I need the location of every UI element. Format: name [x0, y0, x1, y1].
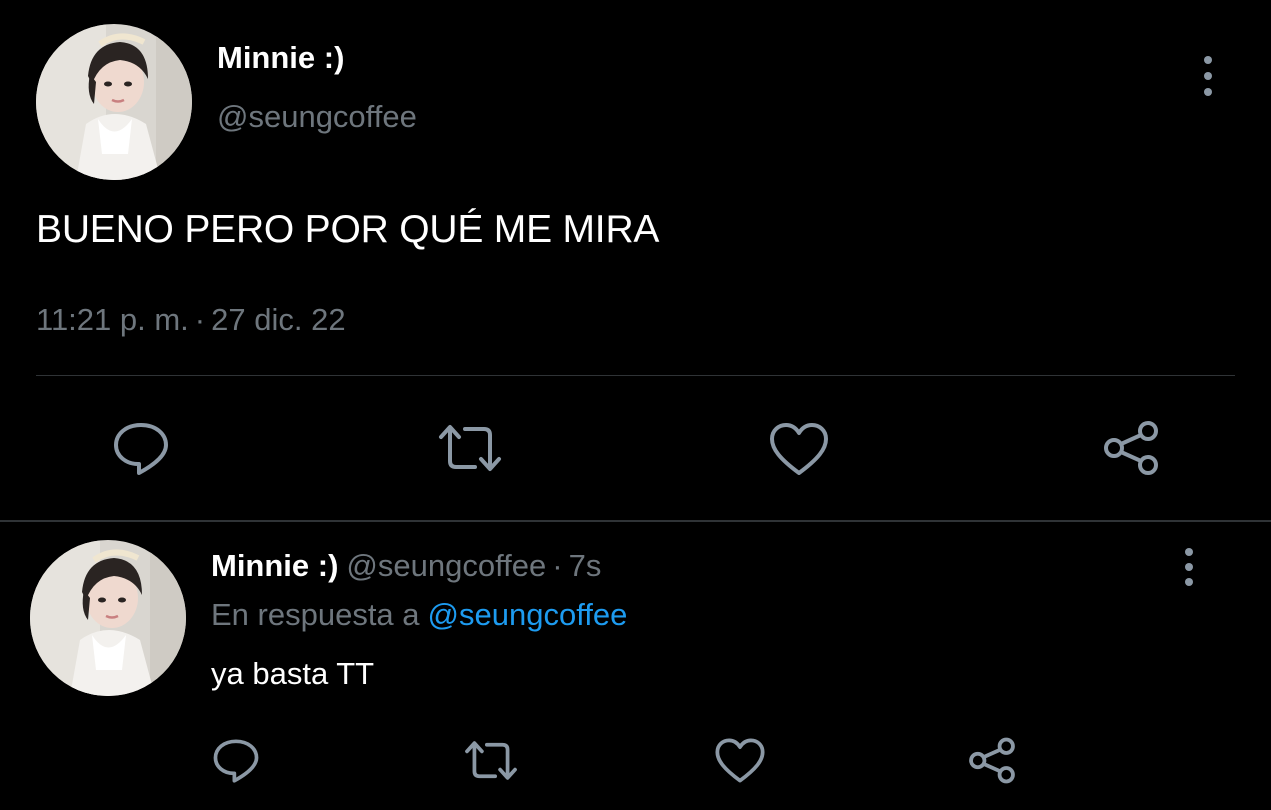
reply-context: En respuesta a @seungcoffee — [211, 597, 627, 633]
reply-header: Minnie :) @seungcoffee · 7s — [211, 548, 601, 584]
comment-icon — [213, 739, 259, 783]
heart-icon — [715, 737, 765, 783]
reply-prefix: En respuesta a — [211, 597, 420, 632]
retweet-button[interactable] — [434, 420, 506, 476]
tweet-thread: Minnie :) @seungcoffee BUENO PERO POR QU… — [0, 0, 1271, 810]
tweet-time: 11:21 p. m. — [36, 302, 189, 337]
user-handle[interactable]: @seungcoffee — [217, 99, 417, 135]
tweet-date: 27 dic. 22 — [211, 302, 346, 337]
divider — [0, 520, 1271, 522]
like-button[interactable] — [766, 420, 832, 478]
user-handle[interactable]: @seungcoffee — [346, 548, 546, 583]
heart-icon — [770, 423, 828, 475]
share-button[interactable] — [964, 733, 1020, 787]
tweet-time[interactable]: 7s — [569, 548, 602, 583]
meta-separator: · — [194, 302, 206, 337]
retweet-icon — [465, 740, 517, 780]
meta-separator: · — [552, 548, 563, 583]
avatar[interactable] — [30, 540, 186, 696]
share-button[interactable] — [1098, 418, 1164, 478]
avatar-photo — [30, 540, 186, 696]
display-name[interactable]: Minnie :) — [217, 40, 344, 76]
reply-mention-link[interactable]: @seungcoffee — [428, 597, 628, 632]
share-icon — [969, 737, 1015, 783]
retweet-icon — [439, 425, 501, 471]
reply-button[interactable] — [210, 735, 262, 787]
more-vertical-icon[interactable] — [1198, 56, 1218, 96]
avatar[interactable] — [36, 24, 192, 180]
tweet-text: BUENO PERO POR QUÉ ME MIRA — [36, 208, 660, 251]
like-button[interactable] — [712, 735, 768, 785]
tweet-text: ya basta TT — [211, 656, 375, 691]
comment-icon — [114, 423, 168, 475]
avatar-photo — [36, 24, 192, 180]
divider — [36, 375, 1235, 376]
retweet-button[interactable] — [460, 735, 522, 785]
share-icon — [1104, 421, 1158, 475]
reply-button[interactable] — [110, 418, 172, 480]
display-name[interactable]: Minnie :) — [211, 548, 338, 583]
more-vertical-icon[interactable] — [1179, 548, 1199, 586]
tweet-timestamp[interactable]: 11:21 p. m. · 27 dic. 22 — [36, 302, 346, 338]
